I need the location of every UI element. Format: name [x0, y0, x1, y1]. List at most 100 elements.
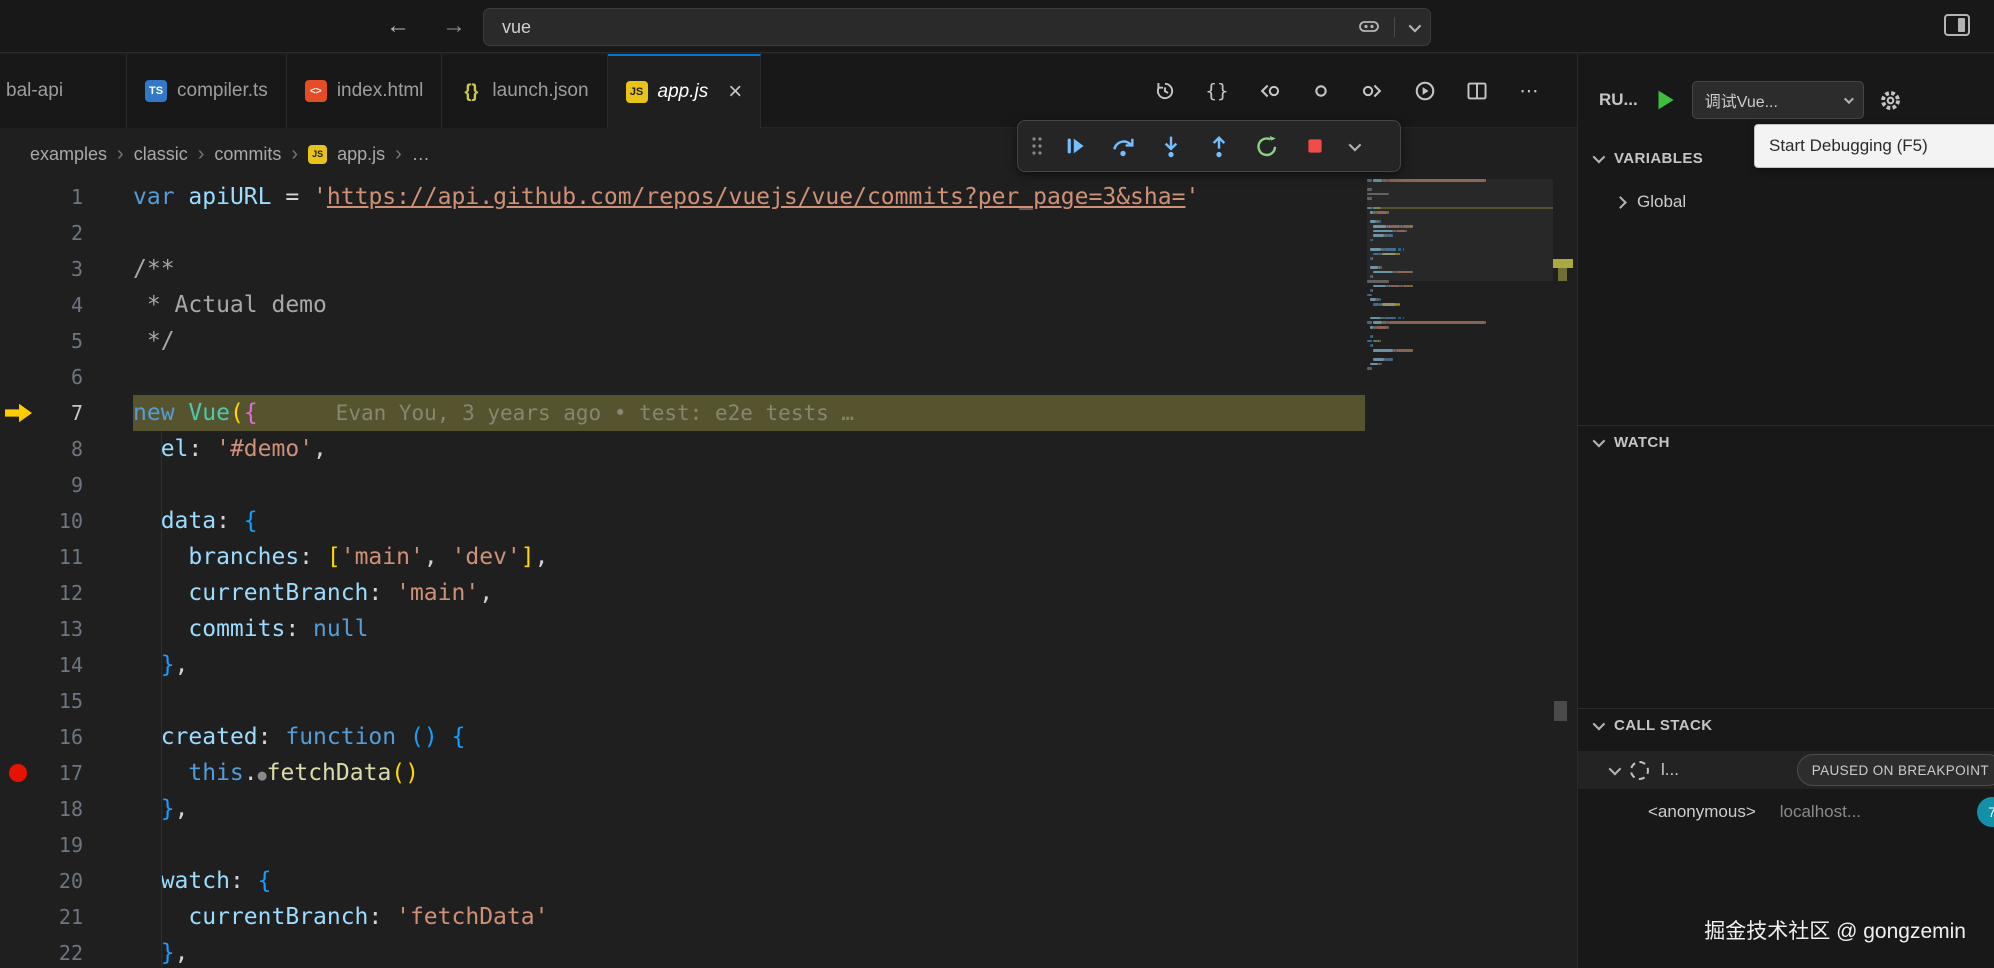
tab-app-js[interactable]: JS app.js ×: [608, 54, 762, 128]
gutter[interactable]: 3: [0, 251, 95, 287]
code-line[interactable]: 9: [0, 467, 1577, 503]
gutter[interactable]: 6: [0, 359, 95, 395]
command-center-search[interactable]: vue: [483, 8, 1431, 46]
split-editor-icon[interactable]: [1456, 70, 1498, 112]
gutter[interactable]: 9: [0, 467, 95, 503]
code-line[interactable]: 4 * Actual demo: [0, 287, 1577, 323]
debug-toolbar-chevron-icon[interactable]: [1340, 125, 1366, 167]
code-line[interactable]: 10 data: {: [0, 503, 1577, 539]
code-line[interactable]: 17 this.●fetchData(): [0, 755, 1577, 791]
step-into-button[interactable]: [1148, 125, 1194, 167]
code-line[interactable]: 16 created: function () {: [0, 719, 1577, 755]
code-line[interactable]: 21 currentBranch: 'fetchData': [0, 899, 1577, 935]
variables-scope-global[interactable]: Global: [1578, 185, 1994, 219]
forward-arrow-icon[interactable]: →: [442, 12, 466, 40]
continue-button[interactable]: [1052, 125, 1098, 167]
breadcrumb-item-app-js[interactable]: app.js: [337, 144, 385, 165]
line-number: 20: [59, 863, 83, 899]
tab-bal-api[interactable]: bal-api: [0, 54, 127, 128]
code-line[interactable]: 1var apiURL = 'https://api.github.com/re…: [0, 179, 1577, 215]
call-stack-section-header[interactable]: CALL STACK: [1578, 708, 1994, 742]
debug-configuration-select[interactable]: 调试Vue...: [1692, 81, 1864, 119]
call-stack-frame-row[interactable]: <anonymous> localhost... 7: [1578, 794, 1994, 830]
tab-launch-json[interactable]: {} launch.json: [442, 54, 607, 128]
code-line[interactable]: 6: [0, 359, 1577, 395]
drag-handle-icon[interactable]: [1024, 125, 1050, 167]
watch-section-header[interactable]: WATCH: [1578, 425, 1994, 459]
gutter[interactable]: 8: [0, 431, 95, 467]
code-line[interactable]: 13 commits: null: [0, 611, 1577, 647]
gutter[interactable]: 13: [0, 611, 95, 647]
code-line[interactable]: 22 },: [0, 935, 1577, 968]
braces-icon[interactable]: {}: [1196, 70, 1238, 112]
code-token: Vue: [188, 400, 230, 426]
code-line[interactable]: 19: [0, 827, 1577, 863]
call-stack-session-row[interactable]: l... PAUSED ON BREAKPOINT: [1578, 751, 1994, 789]
gutter[interactable]: 16: [0, 719, 95, 755]
code-token: 'main': [341, 544, 424, 570]
gutter[interactable]: 5: [0, 323, 95, 359]
customize-layout-icon[interactable]: [1944, 14, 1970, 36]
minimap[interactable]: [1367, 179, 1553, 429]
previous-change-icon[interactable]: [1248, 70, 1290, 112]
tab-index-html[interactable]: <> index.html: [287, 54, 443, 128]
change-marker-icon[interactable]: [1300, 70, 1342, 112]
code-line[interactable]: 18 },: [0, 791, 1577, 827]
gutter[interactable]: 15: [0, 683, 95, 719]
gutter[interactable]: 2: [0, 215, 95, 251]
code-line[interactable]: 7new Vue({Evan You, 3 years ago • test: …: [0, 395, 1577, 431]
code-editor[interactable]: 1var apiURL = 'https://api.github.com/re…: [0, 179, 1577, 968]
code-line[interactable]: 20 watch: {: [0, 863, 1577, 899]
gutter[interactable]: 12: [0, 575, 95, 611]
step-over-button[interactable]: [1100, 125, 1146, 167]
gear-icon[interactable]: [1878, 88, 1903, 113]
breadcrumb-item-classic[interactable]: classic: [134, 144, 188, 165]
code-token: ,: [535, 544, 549, 570]
gutter[interactable]: 14: [0, 647, 95, 683]
code-line[interactable]: 3/**: [0, 251, 1577, 287]
gutter[interactable]: 1: [0, 179, 95, 215]
code-line[interactable]: 11 branches: ['main', 'dev'],: [0, 539, 1577, 575]
minimap-line: [1367, 344, 1553, 347]
code-line[interactable]: 14 },: [0, 647, 1577, 683]
stop-button[interactable]: [1292, 125, 1338, 167]
gutter[interactable]: 4: [0, 287, 95, 323]
step-out-button[interactable]: [1196, 125, 1242, 167]
restart-button[interactable]: [1244, 125, 1290, 167]
gutter[interactable]: 21: [0, 899, 95, 935]
back-arrow-icon[interactable]: ←: [386, 12, 410, 40]
start-debugging-button[interactable]: [1652, 87, 1678, 113]
breadcrumb-item-symbol[interactable]: …: [412, 144, 430, 165]
code-line[interactable]: 8 el: '#demo',: [0, 431, 1577, 467]
local-history-icon[interactable]: [1144, 70, 1186, 112]
minimap-segment: [1373, 230, 1393, 233]
gutter[interactable]: 19: [0, 827, 95, 863]
search-value: vue: [502, 17, 531, 38]
gutter[interactable]: 10: [0, 503, 95, 539]
breadcrumb-item-examples[interactable]: examples: [30, 144, 107, 165]
run-and-debug-sidebar: RU... 调试Vue... VARIABLES Global Start De…: [1577, 54, 1994, 968]
minimap-segment: [1379, 298, 1381, 301]
chevron-down-icon[interactable]: [1409, 19, 1422, 32]
close-tab-icon[interactable]: ×: [728, 80, 742, 104]
gutter[interactable]: 11: [0, 539, 95, 575]
more-actions-icon[interactable]: ⋯: [1508, 70, 1550, 112]
code-line[interactable]: 2: [0, 215, 1577, 251]
minimap-segment: [1389, 179, 1485, 182]
gutter[interactable]: 22: [0, 935, 95, 968]
gutter[interactable]: 17: [0, 755, 95, 791]
gutter[interactable]: 7: [0, 395, 95, 431]
next-change-icon[interactable]: [1352, 70, 1394, 112]
gutter[interactable]: 20: [0, 863, 95, 899]
code-line[interactable]: 15: [0, 683, 1577, 719]
copilot-icon[interactable]: [1358, 18, 1380, 36]
tab-compiler-ts[interactable]: TS compiler.ts: [127, 54, 287, 128]
breakpoint-icon[interactable]: [9, 764, 27, 782]
gutter[interactable]: 18: [0, 791, 95, 827]
run-or-debug-icon[interactable]: [1404, 70, 1446, 112]
code-line[interactable]: 5 */: [0, 323, 1577, 359]
breadcrumb-item-commits[interactable]: commits: [214, 144, 281, 165]
code-line[interactable]: 12 currentBranch: 'main',: [0, 575, 1577, 611]
code-token: commits: [188, 616, 285, 642]
vscode-window: ← → vue bal-api TS compiler.ts: [0, 0, 1994, 968]
